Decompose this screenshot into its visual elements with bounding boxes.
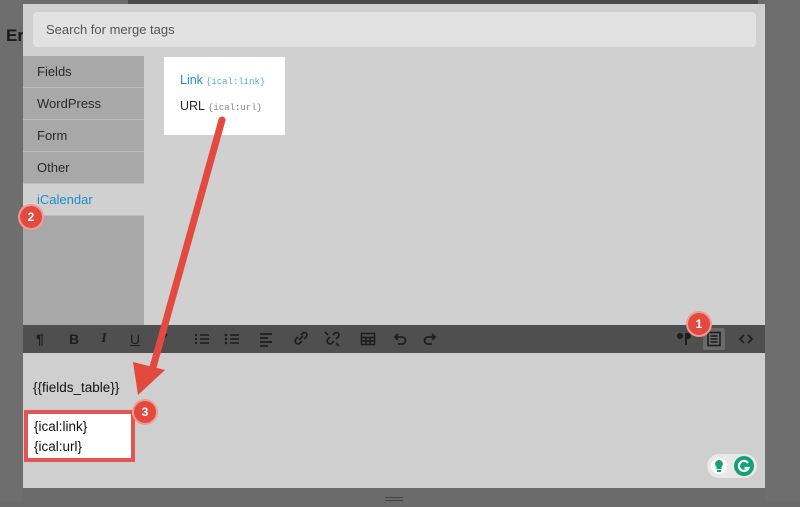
- step-badge-1: 1: [688, 313, 710, 335]
- step-badge-2: 2: [20, 206, 42, 228]
- step-badge-3: 3: [134, 401, 156, 423]
- annotation-arrow: [133, 116, 226, 395]
